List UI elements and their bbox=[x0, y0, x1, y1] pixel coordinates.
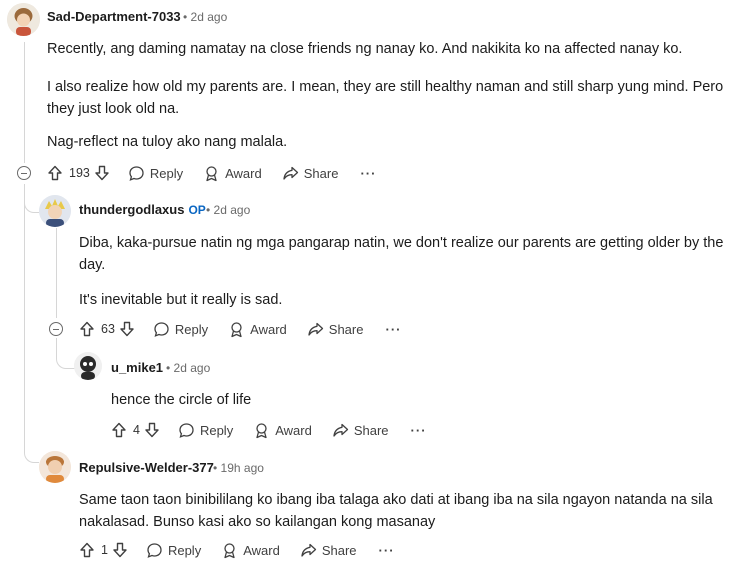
comment-actions: 63 Reply Award Share ··· bbox=[79, 318, 401, 340]
downvote-icon bbox=[145, 422, 159, 438]
thread-connector bbox=[56, 352, 75, 369]
more-icon: ··· bbox=[410, 422, 427, 438]
reply-icon bbox=[154, 321, 169, 337]
reply-icon bbox=[129, 165, 144, 181]
vote-count: 1 bbox=[101, 543, 108, 557]
more-options-button[interactable]: ··· bbox=[379, 543, 395, 558]
upvote-icon bbox=[80, 321, 94, 337]
comment-text: Same taon taon binibililang ko ibang iba… bbox=[79, 492, 713, 530]
more-options-button[interactable]: ··· bbox=[360, 166, 376, 181]
comment-username[interactable]: u_mike1 bbox=[111, 360, 163, 375]
share-button[interactable]: Share bbox=[282, 165, 338, 182]
comment-text: Nag-reflect na tuloy ako nang malala. bbox=[47, 134, 288, 150]
comment-text: Diba, kaka-pursue natin ng mga pangarap … bbox=[79, 235, 724, 273]
share-icon bbox=[308, 322, 323, 336]
more-icon: ··· bbox=[378, 542, 395, 558]
award-button[interactable]: Award bbox=[228, 321, 287, 338]
downvote-button[interactable] bbox=[144, 422, 160, 438]
avatar[interactable] bbox=[7, 3, 40, 36]
reply-button[interactable]: Reply bbox=[153, 321, 208, 338]
collapse-icon[interactable] bbox=[49, 322, 63, 336]
comment-text: I also realize how old my parents are. I… bbox=[47, 79, 724, 117]
op-badge: OP bbox=[188, 203, 206, 217]
comment-actions: 1 Reply Award Share ··· bbox=[79, 539, 395, 561]
comment-text: Recently, ang daming namatay na close fr… bbox=[47, 41, 683, 57]
downvote-icon bbox=[113, 542, 127, 558]
comment-username[interactable]: Sad-Department-7033 bbox=[47, 9, 181, 24]
reply-icon bbox=[147, 542, 162, 558]
downvote-icon bbox=[120, 321, 134, 337]
vote-count: 63 bbox=[101, 322, 115, 336]
more-icon: ··· bbox=[385, 321, 402, 337]
share-button[interactable]: Share bbox=[307, 321, 363, 338]
upvote-button[interactable] bbox=[79, 321, 95, 337]
vote-count: 193 bbox=[69, 166, 90, 180]
award-button[interactable]: Award bbox=[221, 542, 280, 559]
thread-connector bbox=[24, 188, 39, 213]
comment-text: hence the circle of life bbox=[111, 392, 252, 408]
reply-button[interactable]: Reply bbox=[128, 165, 183, 182]
collapse-icon[interactable] bbox=[17, 166, 31, 180]
downvote-button[interactable] bbox=[112, 542, 128, 558]
award-button[interactable]: Award bbox=[253, 422, 312, 439]
award-button[interactable]: Award bbox=[203, 165, 262, 182]
upvote-icon bbox=[80, 542, 94, 558]
share-icon bbox=[333, 423, 348, 437]
upvote-button[interactable] bbox=[79, 542, 95, 558]
thread-line[interactable] bbox=[24, 42, 25, 163]
award-icon bbox=[224, 542, 235, 558]
thread-connector bbox=[24, 446, 39, 463]
vote-count: 4 bbox=[133, 423, 140, 437]
more-options-button[interactable]: ··· bbox=[385, 322, 401, 337]
thread-line[interactable] bbox=[24, 184, 25, 446]
avatar[interactable] bbox=[39, 195, 71, 227]
share-button[interactable]: Share bbox=[300, 542, 357, 559]
award-icon bbox=[206, 165, 217, 181]
upvote-icon bbox=[48, 165, 62, 181]
comment-username[interactable]: thundergodlaxus OP bbox=[79, 202, 206, 217]
comment-timestamp: • 2d ago bbox=[206, 203, 251, 217]
comment-text: It's inevitable but it really is sad. bbox=[79, 292, 283, 308]
share-button[interactable]: Share bbox=[332, 422, 389, 439]
reply-button[interactable]: Reply bbox=[178, 422, 233, 439]
downvote-button[interactable] bbox=[119, 321, 135, 337]
award-icon bbox=[256, 422, 267, 438]
downvote-icon bbox=[95, 165, 109, 181]
comment-timestamp: • 2d ago bbox=[183, 10, 228, 24]
more-icon: ··· bbox=[360, 165, 377, 181]
share-icon bbox=[301, 543, 316, 557]
comment-actions: 4 Reply Award Share ··· bbox=[111, 419, 427, 441]
reply-button[interactable]: Reply bbox=[146, 542, 201, 559]
share-icon bbox=[283, 166, 298, 180]
thread-line[interactable] bbox=[56, 228, 57, 318]
comment-username[interactable]: Repulsive-Welder-377 bbox=[79, 460, 214, 475]
comment-timestamp: • 19h ago bbox=[213, 461, 264, 475]
avatar[interactable] bbox=[39, 451, 71, 483]
more-options-button[interactable]: ··· bbox=[411, 423, 427, 438]
upvote-icon bbox=[112, 422, 126, 438]
reply-icon bbox=[179, 422, 194, 438]
award-icon bbox=[231, 321, 242, 337]
downvote-button[interactable] bbox=[94, 165, 110, 181]
upvote-button[interactable] bbox=[111, 422, 127, 438]
comment-timestamp: • 2d ago bbox=[166, 361, 211, 375]
upvote-button[interactable] bbox=[47, 165, 63, 181]
comment-actions: 193 Reply Award Share ··· bbox=[47, 162, 376, 184]
avatar[interactable] bbox=[74, 352, 102, 380]
